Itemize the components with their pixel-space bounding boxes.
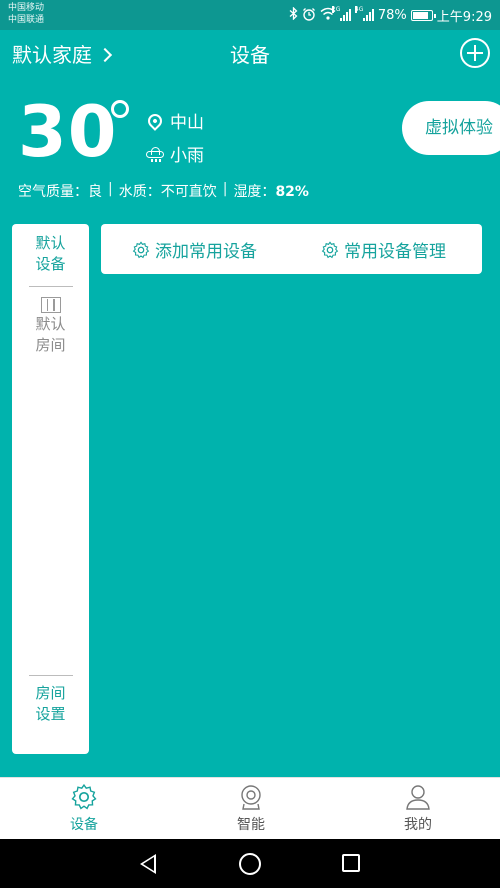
clock: 上午9:29 bbox=[436, 9, 492, 25]
tab-devices[interactable]: 设备 bbox=[44, 783, 124, 834]
network-type-1: 2G bbox=[331, 6, 341, 13]
tab-devices-label: 设备 bbox=[70, 817, 98, 833]
alarm-icon bbox=[302, 7, 316, 24]
home-selector[interactable]: 默认家庭 bbox=[12, 39, 113, 68]
sidebar-item-label: 默认 bbox=[35, 234, 66, 252]
degree-icon bbox=[111, 100, 129, 118]
tab-smart[interactable]: 智能 bbox=[211, 783, 291, 834]
environment-metrics: 空气质量：良 | 水质：不可直饮 | 湿度：82% bbox=[18, 181, 309, 201]
location: 中山 bbox=[145, 108, 204, 133]
gear-icon bbox=[321, 240, 339, 259]
battery-percent: 78% bbox=[377, 7, 407, 23]
header: 默认家庭 设备 bbox=[0, 30, 500, 76]
room-settings-label: 设置 bbox=[35, 705, 66, 723]
location-pin-icon bbox=[145, 110, 165, 131]
location-name: 中山 bbox=[170, 113, 204, 133]
sidebar-item-label: 设备 bbox=[35, 255, 66, 273]
bluetooth-icon bbox=[289, 6, 298, 23]
room-settings-label: 房间 bbox=[35, 684, 66, 702]
chevron-right-icon bbox=[97, 47, 113, 62]
status-icons: 2G 4G 78% 上午9:29 bbox=[289, 6, 492, 25]
air-quality-value: 良 bbox=[88, 184, 102, 200]
tab-mine-label: 我的 bbox=[404, 817, 432, 833]
home-name: 默认家庭 bbox=[12, 43, 92, 67]
status-bar: 中国移动 中国联通 2G 4G 78% 上午9:29 bbox=[0, 0, 500, 30]
tab-smart-label: 智能 bbox=[237, 817, 265, 833]
water-quality-value: 不可直饮 bbox=[160, 184, 217, 200]
user-icon bbox=[406, 785, 430, 810]
virtual-experience-button[interactable]: 虚拟体验 bbox=[402, 101, 500, 155]
temperature: 30 bbox=[18, 91, 118, 173]
weather-condition: 小雨 bbox=[146, 141, 204, 166]
rain-cloud-icon bbox=[146, 146, 164, 162]
sidebar-item-label: 默认 bbox=[35, 315, 66, 333]
sidebar-item-default-devices[interactable]: 默认 设备 bbox=[12, 233, 89, 275]
air-quality: 空气质量：良 bbox=[18, 181, 102, 201]
signal-icon: 2G bbox=[331, 6, 351, 21]
humidity-label: 湿度： bbox=[233, 184, 276, 200]
back-icon[interactable] bbox=[140, 854, 156, 874]
divider bbox=[29, 675, 73, 676]
room-icon bbox=[40, 297, 61, 313]
add-device-button[interactable] bbox=[460, 38, 490, 68]
manage-common-devices-label: 常用设备管理 bbox=[344, 242, 446, 262]
air-quality-label: 空气质量： bbox=[18, 184, 88, 200]
separator: | bbox=[108, 181, 113, 197]
carrier-info: 中国移动 中国联通 bbox=[8, 2, 44, 26]
sidebar-item-default-room[interactable]: 默认 房间 bbox=[12, 297, 89, 356]
room-sidebar: 默认 设备 默认 房间 房间 设置 bbox=[12, 224, 89, 754]
carrier-1: 中国移动 bbox=[8, 3, 45, 13]
recent-apps-icon[interactable] bbox=[342, 854, 360, 872]
water-quality: 水质：不可直饮 bbox=[119, 181, 217, 201]
add-common-device-label: 添加常用设备 bbox=[155, 242, 257, 262]
home-icon[interactable] bbox=[239, 853, 261, 875]
sidebar-item-label: 房间 bbox=[35, 336, 66, 354]
weather-condition-text: 小雨 bbox=[170, 146, 204, 166]
camera-icon bbox=[241, 785, 261, 810]
battery-icon bbox=[410, 9, 436, 21]
add-common-device-button[interactable]: 添加常用设备 bbox=[132, 237, 257, 262]
common-devices-card: 添加常用设备 常用设备管理 bbox=[101, 224, 482, 274]
manage-common-devices-button[interactable]: 常用设备管理 bbox=[321, 237, 446, 262]
water-quality-label: 水质： bbox=[118, 184, 161, 200]
divider bbox=[29, 286, 73, 287]
bottom-tab-bar: 设备 智能 我的 bbox=[0, 777, 500, 839]
gear-icon bbox=[71, 783, 97, 810]
carrier-2: 中国联通 bbox=[8, 15, 45, 25]
gear-icon bbox=[132, 240, 150, 259]
room-settings-button[interactable]: 房间 设置 bbox=[12, 683, 89, 725]
humidity: 湿度：82% bbox=[233, 181, 309, 201]
network-type-2: 4G bbox=[354, 6, 364, 13]
separator: | bbox=[222, 181, 228, 197]
signal-icon-2: 4G bbox=[354, 6, 374, 21]
system-navigation-bar bbox=[0, 839, 500, 888]
tab-mine[interactable]: 我的 bbox=[378, 783, 458, 834]
humidity-value: 82% bbox=[275, 184, 309, 200]
